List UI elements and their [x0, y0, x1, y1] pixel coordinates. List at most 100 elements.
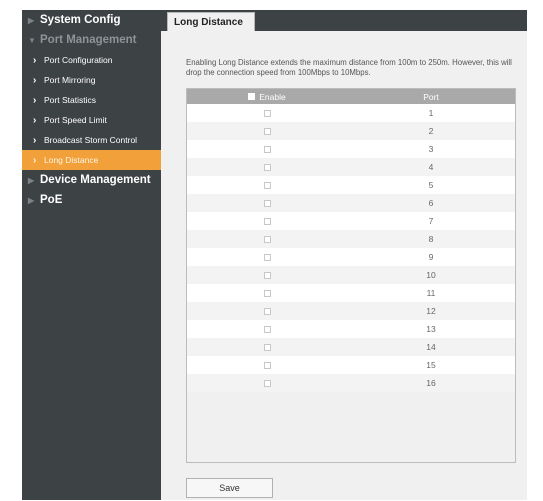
- table-row: 12: [187, 302, 515, 320]
- port-number: 12: [426, 306, 436, 316]
- sidebar-item-port-configuration[interactable]: › Port Configuration: [22, 50, 161, 70]
- enable-checkbox[interactable]: [263, 253, 271, 261]
- enable-cell: [187, 109, 347, 117]
- ports-table: Enable Port 1 2 3 4 5 6 7 8 9 10 11 12 13 14 15 16: [186, 88, 516, 463]
- caret-down-icon: ▼: [28, 35, 36, 45]
- enable-cell: [187, 235, 347, 243]
- main-panel: Long Distance Enabling Long Distance ext…: [161, 10, 527, 500]
- enable-checkbox[interactable]: [263, 127, 271, 135]
- table-row: 9: [187, 248, 515, 266]
- enable-cell: [187, 181, 347, 189]
- enable-header-label: Enable: [259, 91, 286, 102]
- port-number: 15: [426, 360, 436, 370]
- nav-poe[interactable]: ▶ PoE: [22, 190, 161, 210]
- enable-checkbox[interactable]: [263, 235, 271, 243]
- chevron-right-icon: ›: [33, 94, 37, 106]
- table-row: 1: [187, 104, 515, 122]
- table-body: 1 2 3 4 5 6 7 8 9 10 11 12 13 14 15 16: [187, 104, 515, 392]
- port-number: 6: [428, 198, 434, 208]
- port-number: 11: [426, 288, 436, 298]
- chevron-right-icon: ›: [33, 114, 37, 126]
- sidebar-item-label: Port Speed Limit: [44, 115, 107, 125]
- select-all-checkbox[interactable]: [248, 93, 256, 100]
- sidebar-item-label: Port Mirroring: [44, 75, 96, 85]
- description-text: Enabling Long Distance extends the maxim…: [186, 58, 512, 77]
- enable-cell: [187, 379, 347, 387]
- nav-port-management-label: Port Management: [40, 34, 137, 46]
- enable-checkbox[interactable]: [263, 289, 271, 297]
- port-number: 3: [428, 144, 434, 154]
- sidebar-item-port-statistics[interactable]: › Port Statistics: [22, 90, 161, 110]
- port-number: 16: [426, 378, 436, 388]
- enable-checkbox[interactable]: [263, 199, 271, 207]
- port-number: 8: [428, 234, 434, 244]
- enable-checkbox[interactable]: [263, 109, 271, 117]
- caret-right-icon: ▶: [28, 15, 35, 25]
- port-number: 4: [428, 162, 434, 172]
- enable-checkbox[interactable]: [263, 217, 271, 225]
- sidebar-item-label: Port Statistics: [44, 95, 96, 105]
- nav-poe-label: PoE: [40, 194, 63, 206]
- enable-cell: [187, 289, 347, 297]
- enable-checkbox[interactable]: [263, 145, 271, 153]
- table-header: Enable Port: [187, 89, 515, 104]
- port-number: 5: [428, 180, 434, 190]
- enable-checkbox[interactable]: [263, 325, 271, 333]
- table-row: 6: [187, 194, 515, 212]
- table-row: 4: [187, 158, 515, 176]
- table-row: 11: [187, 284, 515, 302]
- enable-checkbox[interactable]: [263, 343, 271, 351]
- table-row: 10: [187, 266, 515, 284]
- enable-cell: [187, 253, 347, 261]
- sidebar-item-label: Port Configuration: [44, 55, 113, 65]
- port-number: 7: [428, 216, 434, 226]
- caret-right-icon: ▶: [28, 175, 35, 185]
- sidebar-item-long-distance[interactable]: › Long Distance: [22, 150, 161, 170]
- port-number: 1: [428, 108, 434, 118]
- sidebar-item-port-mirroring[interactable]: › Port Mirroring: [22, 70, 161, 90]
- chevron-right-icon: ›: [33, 134, 37, 146]
- enable-cell: [187, 307, 347, 315]
- table-row: 7: [187, 212, 515, 230]
- table-row: 2: [187, 122, 515, 140]
- chevron-right-icon: ›: [33, 74, 37, 86]
- enable-checkbox[interactable]: [263, 361, 271, 369]
- sidebar-item-label: Broadcast Storm Control: [44, 135, 138, 145]
- save-button[interactable]: Save: [186, 478, 273, 498]
- enable-checkbox[interactable]: [263, 271, 271, 279]
- enable-checkbox[interactable]: [263, 163, 271, 171]
- port-header: Port: [423, 91, 439, 102]
- table-row: 3: [187, 140, 515, 158]
- enable-cell: [187, 127, 347, 135]
- caret-right-icon: ▶: [28, 195, 35, 205]
- table-row: 8: [187, 230, 515, 248]
- sidebar: ▶ System Config ▼ Port Management › Port…: [22, 10, 161, 500]
- enable-checkbox[interactable]: [263, 181, 271, 189]
- port-number: 14: [426, 342, 436, 352]
- port-number: 2: [428, 126, 434, 136]
- table-row: 16: [187, 374, 515, 392]
- port-number: 9: [428, 252, 434, 262]
- nav-device-management-label: Device Management: [40, 174, 151, 186]
- enable-cell: [187, 271, 347, 279]
- enable-cell: [187, 145, 347, 153]
- tab-bar: Long Distance: [161, 10, 527, 31]
- tab-long-distance[interactable]: Long Distance: [167, 12, 255, 31]
- enable-all-header[interactable]: Enable: [187, 92, 347, 102]
- enable-cell: [187, 361, 347, 369]
- sidebar-item-broadcast-storm-control[interactable]: › Broadcast Storm Control: [22, 130, 161, 150]
- table-row: 5: [187, 176, 515, 194]
- chevron-right-icon: ›: [33, 54, 37, 66]
- port-number: 13: [426, 324, 436, 334]
- nav-device-management[interactable]: ▶ Device Management: [22, 170, 161, 190]
- nav-system-config-label: System Config: [40, 14, 121, 26]
- nav-port-management[interactable]: ▼ Port Management: [22, 30, 161, 50]
- enable-checkbox[interactable]: [263, 307, 271, 315]
- table-row: 13: [187, 320, 515, 338]
- sidebar-item-label: Long Distance: [44, 155, 99, 165]
- enable-checkbox[interactable]: [263, 379, 271, 387]
- enable-cell: [187, 217, 347, 225]
- sidebar-item-port-speed-limit[interactable]: › Port Speed Limit: [22, 110, 161, 130]
- nav-system-config[interactable]: ▶ System Config: [22, 10, 161, 30]
- app-frame: ▶ System Config ▼ Port Management › Port…: [22, 10, 527, 500]
